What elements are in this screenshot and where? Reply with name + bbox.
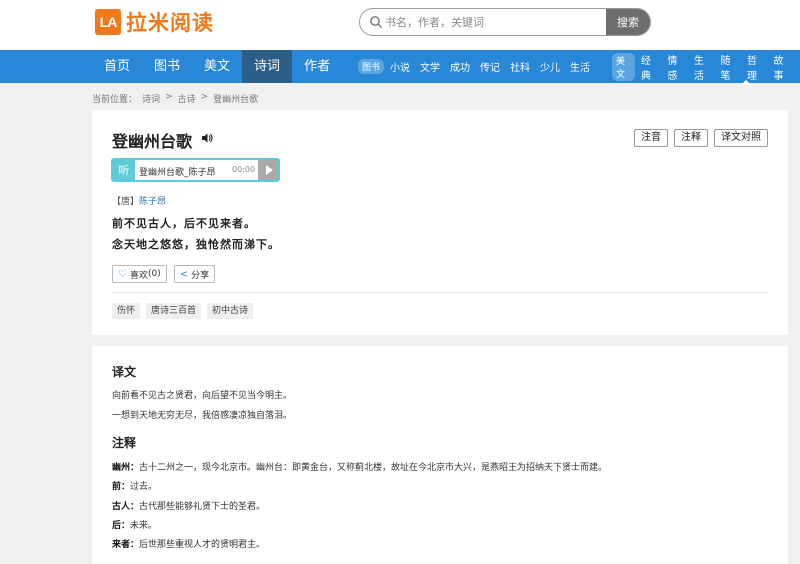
breadcrumb-item[interactable]: 诗词 bbox=[142, 92, 160, 105]
note-item: 前：过去。 bbox=[112, 479, 157, 492]
tag[interactable]: 初中古诗 bbox=[207, 303, 254, 319]
tag[interactable]: 伤怀 bbox=[112, 303, 141, 319]
poem-line: 前不见古人，后不见来者。 bbox=[112, 217, 256, 230]
audio-track-title: 登幽州台歌_陈子昂 bbox=[139, 168, 216, 178]
share-button[interactable]: < 分享 bbox=[173, 265, 216, 283]
search-input[interactable] bbox=[385, 9, 605, 35]
note-text: 未来。 bbox=[130, 521, 158, 531]
breadcrumb-separator: > bbox=[200, 92, 209, 102]
note-text: 古十二州之一，现今北京市。幽州台：即黄金台，又称蓟北楼，故址在今北京市大兴，是燕… bbox=[139, 463, 608, 473]
poem-line: 念天地之悠悠，独怆然而涕下。 bbox=[112, 238, 280, 251]
note-item: 后：未来。 bbox=[112, 518, 157, 531]
share-icon: < bbox=[179, 268, 189, 280]
books-link[interactable]: 小说 bbox=[390, 59, 410, 74]
search-icon bbox=[370, 16, 382, 28]
translation-line: 一想到天地无穷无尽，我倍感凄凉独自落泪。 bbox=[112, 411, 293, 421]
essay-link[interactable]: 随笔 bbox=[720, 52, 737, 82]
share-label: 分享 bbox=[191, 270, 210, 281]
note-text: 古代那些能够礼贤下士的圣君。 bbox=[139, 502, 266, 512]
nav-item-poetry[interactable]: 诗词 bbox=[242, 50, 293, 83]
author-link[interactable]: 陈子昂 bbox=[139, 197, 166, 207]
poem-tools: 注音 注释 译文对照 bbox=[628, 129, 768, 147]
note-term: 幽州： bbox=[112, 463, 140, 473]
books-badge: 图书 bbox=[358, 59, 385, 74]
note-text: 后世那些重视人才的贤明君主。 bbox=[139, 540, 266, 550]
notes-heading: 注释 bbox=[112, 436, 137, 450]
search-button[interactable]: 搜索 bbox=[606, 9, 650, 35]
play-icon[interactable] bbox=[258, 160, 278, 180]
essay-link[interactable]: 经典 bbox=[641, 52, 658, 82]
essay-link[interactable]: 故事 bbox=[773, 52, 790, 82]
nav-books-subnav: 图书 小说 文学 成功 传记 社科 少儿 生活 bbox=[358, 50, 600, 83]
essay-badge: 美文 bbox=[612, 52, 635, 81]
nav-item-essays[interactable]: 美文 bbox=[192, 50, 242, 83]
note-term: 前： bbox=[112, 482, 131, 492]
note-term: 古人： bbox=[112, 502, 140, 512]
heart-icon: ♡ bbox=[118, 268, 127, 280]
nav-item-authors[interactable]: 作者 bbox=[292, 50, 342, 83]
poem-card: 登幽州台歌 注音 注释 译文对照 听 登幽州台歌_陈子昂 00:00 【唐】陈子… bbox=[92, 110, 788, 335]
breadcrumb-item[interactable]: 古诗 bbox=[178, 92, 196, 105]
like-button[interactable]: ♡ 喜欢 (0) bbox=[112, 265, 167, 283]
main-nav: 首页 图书 美文 诗词 作者 图书 小说 文学 成功 传记 社科 少儿 生活 美… bbox=[0, 50, 800, 83]
essay-link[interactable]: 情感 bbox=[667, 52, 684, 82]
breadcrumb: 当前位置： 诗词 > 古诗 > 登幽州台歌 bbox=[92, 92, 263, 105]
breadcrumb-prefix: 当前位置： bbox=[92, 95, 138, 105]
breadcrumb-separator: > bbox=[165, 92, 173, 102]
books-link[interactable]: 少儿 bbox=[540, 59, 560, 74]
books-link[interactable]: 生活 bbox=[570, 59, 590, 74]
like-count: (0) bbox=[147, 269, 161, 279]
search-box: 搜索 bbox=[359, 8, 651, 36]
translation-heading: 译文 bbox=[112, 365, 137, 379]
books-link[interactable]: 成功 bbox=[450, 59, 470, 74]
dynasty-label: 【唐】 bbox=[112, 197, 140, 207]
logo-text: 拉米阅读 bbox=[126, 11, 214, 35]
nav-caret-icon bbox=[741, 80, 751, 85]
note-item: 幽州：古十二州之一，现今北京市。幽州台：即黄金台，又称蓟北楼，故址在今北京市大兴… bbox=[112, 460, 607, 473]
essay-link[interactable]: 生活 bbox=[694, 52, 711, 82]
speaker-icon[interactable] bbox=[201, 132, 213, 144]
essay-link[interactable]: 哲理 bbox=[747, 52, 764, 82]
books-link[interactable]: 社科 bbox=[510, 59, 530, 74]
pinyin-button[interactable]: 注音 bbox=[634, 129, 668, 147]
nav-item-books[interactable]: 图书 bbox=[142, 50, 192, 83]
breadcrumb-item[interactable]: 登幽州台歌 bbox=[213, 92, 258, 105]
listen-icon: 听 bbox=[113, 160, 135, 180]
annotation-button[interactable]: 注释 bbox=[674, 129, 708, 147]
divider bbox=[112, 292, 768, 293]
translation-notes-card: 译文 向前看不见古之贤君，向后望不见当今明主。 一想到天地无穷无尽，我倍感凄凉独… bbox=[92, 346, 788, 564]
translation-compare-button[interactable]: 译文对照 bbox=[714, 129, 768, 147]
poem-author-line: 【唐】陈子昂 bbox=[112, 194, 166, 207]
note-term: 来者： bbox=[112, 540, 140, 550]
logo-mark-icon: LA bbox=[95, 9, 121, 35]
note-item: 古人：古代那些能够礼贤下士的圣君。 bbox=[112, 499, 265, 512]
nav-essay-subnav: 美文 经典 情感 生活 随笔 哲理 故事 bbox=[612, 50, 800, 83]
translation-line: 向前看不见古之贤君，向后望不见当今明主。 bbox=[112, 391, 293, 401]
audio-player: 听 登幽州台歌_陈子昂 00:00 bbox=[111, 158, 280, 182]
poem-tags: 伤怀 唐诗三百首 初中古诗 bbox=[112, 303, 259, 319]
books-link[interactable]: 传记 bbox=[480, 59, 500, 74]
note-term: 后： bbox=[112, 521, 131, 531]
site-logo[interactable]: LA 拉米阅读 bbox=[95, 9, 214, 35]
like-label: 喜欢 bbox=[129, 270, 148, 281]
nav-main-items: 首页 图书 美文 诗词 作者 bbox=[92, 50, 342, 83]
nav-item-home[interactable]: 首页 bbox=[92, 50, 142, 83]
tag[interactable]: 唐诗三百首 bbox=[146, 303, 202, 319]
note-text: 过去。 bbox=[130, 482, 158, 492]
poem-title: 登幽州台歌 bbox=[112, 132, 193, 151]
site-header: LA 拉米阅读 搜索 bbox=[0, 0, 800, 50]
note-item: 来者：后世那些重视人才的贤明君主。 bbox=[112, 537, 265, 550]
audio-time: 00:00 bbox=[232, 165, 256, 174]
poem-actions: ♡ 喜欢 (0) < 分享 bbox=[112, 265, 222, 283]
books-link[interactable]: 文学 bbox=[420, 59, 440, 74]
